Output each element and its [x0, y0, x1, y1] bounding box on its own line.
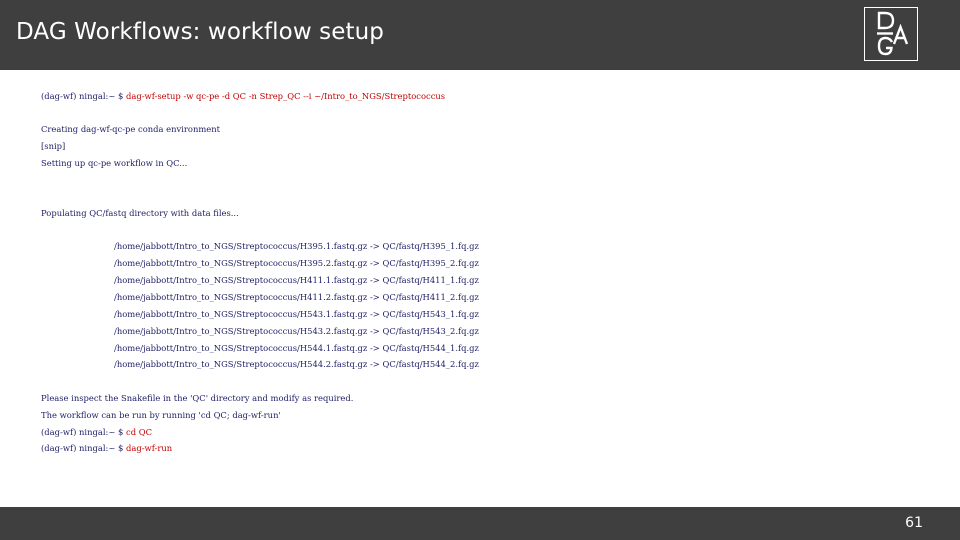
slide-footer: 61	[0, 507, 960, 540]
shell-command: dag-wf-run	[126, 443, 173, 453]
terminal-output: (dag-wf) ningal:~ $ dag-wf-setup -w qc-p…	[0, 0, 960, 540]
file-mapping-line: /home/jabbott/Intro_to_NGS/Streptococcus…	[114, 359, 479, 369]
output-line: Setting up qc-pe workflow in QC...	[41, 158, 188, 168]
file-mapping-line: /home/jabbott/Intro_to_NGS/Streptococcus…	[114, 275, 479, 285]
file-mapping-line: /home/jabbott/Intro_to_NGS/Streptococcus…	[114, 309, 479, 319]
file-mapping-line: /home/jabbott/Intro_to_NGS/Streptococcus…	[114, 258, 479, 268]
command-line-run: (dag-wf) ningal:~ $ dag-wf-run	[41, 442, 172, 454]
shell-command: cd QC	[126, 427, 153, 437]
output-line: [snip]	[41, 141, 66, 151]
command-line-setup: (dag-wf) ningal:~ $ dag-wf-setup -w qc-p…	[41, 90, 445, 102]
file-mapping-line: /home/jabbott/Intro_to_NGS/Streptococcus…	[114, 343, 479, 353]
shell-prompt: (dag-wf) ningal:~ $	[41, 427, 124, 437]
output-line-run-hint: The workflow can be run by running 'cd Q…	[41, 410, 281, 420]
shell-prompt: (dag-wf) ningal:~ $	[41, 91, 124, 101]
file-mapping-line: /home/jabbott/Intro_to_NGS/Streptococcus…	[114, 326, 479, 336]
command-line-cd: (dag-wf) ningal:~ $ cd QC	[41, 426, 152, 438]
shell-prompt: (dag-wf) ningal:~ $	[41, 443, 124, 453]
file-mapping-line: /home/jabbott/Intro_to_NGS/Streptococcus…	[114, 292, 479, 302]
output-line-inspect: Please inspect the Snakefile in the 'QC'…	[41, 393, 354, 403]
page-number: 61	[905, 515, 923, 531]
shell-command: dag-wf-setup -w qc-pe -d QC -n Strep_QC …	[126, 91, 446, 101]
output-line: Creating dag-wf-qc-pe conda environment	[41, 124, 221, 134]
output-line-populating: Populating QC/fastq directory with data …	[41, 208, 239, 218]
file-mapping-line: /home/jabbott/Intro_to_NGS/Streptococcus…	[114, 241, 479, 251]
